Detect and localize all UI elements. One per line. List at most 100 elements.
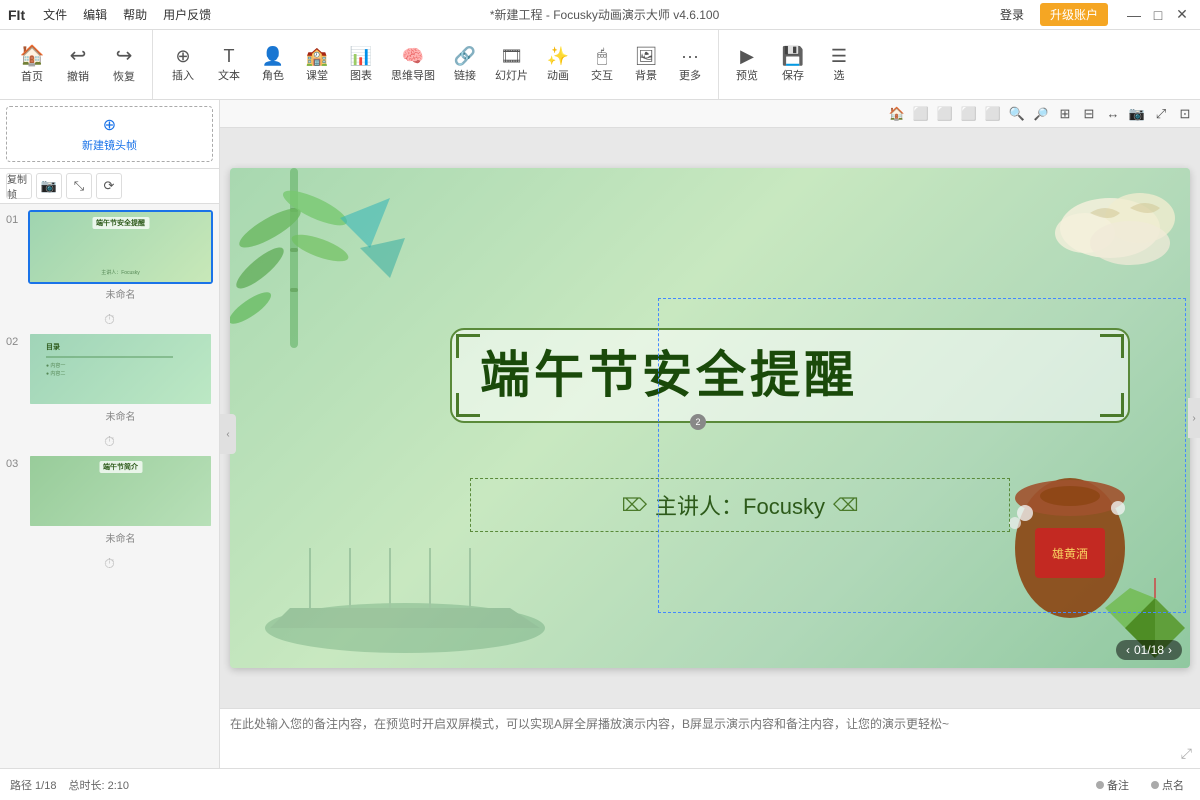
canvas-frame2-button[interactable]: ⬜ (934, 103, 956, 125)
link-label: 链接 (454, 67, 476, 83)
select-label: 选 (834, 67, 845, 83)
slide-canvas[interactable]: 雄黄酒 (230, 168, 1190, 668)
canvas-expand-button[interactable]: ⤢ (1150, 103, 1172, 125)
background-button[interactable]: 🖼 背景 (624, 43, 668, 87)
refresh-icon: ⟳ (104, 178, 115, 194)
canvas-frame1-button[interactable]: ⬜ (910, 103, 932, 125)
select-button[interactable]: ☰ 选 (817, 43, 861, 87)
redo-label: 恢复 (113, 68, 135, 84)
counter-next-button[interactable]: › (1168, 643, 1172, 657)
close-button[interactable]: ✕ (1172, 5, 1192, 25)
mindmap-button[interactable]: 🧠 思维导图 (383, 43, 443, 87)
slide-subtitle-box[interactable]: ⌦ 主讲人：Focusky ⌫ (470, 478, 1010, 532)
slideshow-button[interactable]: 🎞 幻灯片 (487, 43, 536, 87)
thumb-content-2: ● 内容一 (46, 362, 65, 369)
save-button[interactable]: 💾 保存 (771, 43, 815, 87)
slide-thumb-wrapper-2: 目录 ● 内容一 ● 内容二 未命名 (28, 332, 213, 425)
thumb-deco-2 (46, 356, 173, 358)
maximize-button[interactable]: □ (1148, 5, 1168, 25)
point-button[interactable]: 点名 (1145, 775, 1190, 795)
canvas-fit-button[interactable]: ⊞ (1054, 103, 1076, 125)
text-label: 文本 (218, 67, 240, 83)
canvas-grid-button[interactable]: ⊟ (1078, 103, 1100, 125)
home-button[interactable]: 🏠 首页 (10, 42, 54, 88)
notes-area: ⤢ (220, 708, 1200, 768)
more-icon: ··· (681, 47, 699, 65)
canvas-zoom-out-button[interactable]: 🔎 (1030, 103, 1052, 125)
thumb-title-1: 端午节安全提醒 (92, 217, 149, 229)
redo-button[interactable]: ↪ 恢复 (102, 42, 146, 88)
new-frame-icon: ⊕ (103, 115, 116, 135)
notes-expand-button[interactable]: ⤢ (1181, 745, 1192, 762)
counter-prev-button[interactable]: ‹ (1126, 643, 1130, 657)
slide-counter: ‹ 01/18 › (1116, 640, 1182, 660)
classroom-label: 课堂 (306, 67, 328, 83)
canvas-more-button[interactable]: ⊡ (1174, 103, 1196, 125)
camera-button[interactable]: 📷 (36, 173, 62, 199)
slide-name-2: 未命名 (28, 408, 213, 425)
text-button[interactable]: T 文本 (207, 43, 251, 87)
menu-help[interactable]: 帮助 (117, 4, 153, 25)
canvas-align-button[interactable]: ↔ (1102, 103, 1124, 125)
camera-icon: 📷 (41, 178, 57, 194)
fit-button[interactable]: ⤡ (66, 173, 92, 199)
slide-main-title-box[interactable]: 端午节安全提醒 (450, 328, 1130, 423)
chart-button[interactable]: 📊 图表 (339, 43, 383, 87)
link-button[interactable]: 🔗 链接 (443, 43, 487, 87)
slide-name-1: 未命名 (28, 286, 213, 303)
notes-input[interactable] (230, 715, 1190, 762)
classroom-button[interactable]: 🏫 课堂 (295, 43, 339, 87)
canvas-frame3-button[interactable]: ⬜ (958, 103, 980, 125)
slide-item-3: 03 端午节简介 未命名 (6, 454, 213, 547)
thumb-title-2: 目录 (46, 342, 60, 352)
interact-button[interactable]: 🖱 交互 (580, 43, 624, 87)
menu-edit[interactable]: 编辑 (77, 4, 113, 25)
insert-icon: ⊕ (175, 47, 190, 65)
title-menu: 文件 编辑 帮助 用户反馈 (37, 4, 217, 25)
menu-feedback[interactable]: 用户反馈 (157, 4, 217, 25)
more-button[interactable]: ··· 更多 (668, 43, 712, 87)
upgrade-button[interactable]: 升级账户 (1040, 3, 1108, 26)
insert-button[interactable]: ⊕ 插入 (159, 43, 207, 87)
preview-label: 预览 (736, 67, 758, 83)
insert-label: 插入 (172, 67, 194, 83)
canvas-frame4-button[interactable]: ⬜ (982, 103, 1004, 125)
preview-icon: ▶ (740, 47, 754, 65)
slide-thumb-bg-2: 目录 ● 内容一 ● 内容二 (30, 334, 211, 404)
corner-bl (456, 393, 480, 417)
new-frame-button[interactable]: ⊕ 新建镜头帧 (6, 106, 213, 162)
slide-thumb-3[interactable]: 端午节简介 (28, 454, 213, 528)
selection-indicator: 2 (690, 414, 706, 430)
undo-button[interactable]: ↩ 撤销 (56, 42, 100, 88)
deco-top-right (990, 168, 1190, 318)
slide-num-2: 02 (6, 332, 24, 348)
note-dot (1096, 781, 1104, 789)
canvas-home-button[interactable]: 🏠 (886, 103, 908, 125)
right-panel-toggle[interactable]: › (1188, 398, 1200, 438)
thumb-title-3: 端午节简介 (99, 461, 142, 473)
minimize-button[interactable]: — (1124, 5, 1144, 25)
canvas-camera-button[interactable]: 📷 (1126, 103, 1148, 125)
bracket-left-icon: ⌦ (622, 495, 647, 516)
canvas-wrapper[interactable]: 雄黄酒 (220, 128, 1200, 708)
toolbar-insert-group: ⊕ 插入 T 文本 👤 角色 🏫 课堂 📊 图表 🧠 思维导图 🔗 链接 🎞 (153, 30, 719, 99)
sidebar-collapse-button[interactable]: ‹ (220, 414, 236, 454)
titlebar: FIt 文件 编辑 帮助 用户反馈 *新建工程 - Focusky动画演示大师 … (0, 0, 1200, 30)
note-button[interactable]: 备注 (1090, 775, 1135, 795)
refresh-button[interactable]: ⟳ (96, 173, 122, 199)
slideshow-label: 幻灯片 (495, 67, 528, 83)
copy-frame-button[interactable]: 复制帧 (6, 173, 32, 199)
menu-file[interactable]: 文件 (37, 4, 73, 25)
canvas-zoom-in-button[interactable]: 🔍 (1006, 103, 1028, 125)
slide-thumb-2[interactable]: 目录 ● 内容一 ● 内容二 (28, 332, 213, 406)
role-button[interactable]: 👤 角色 (251, 43, 295, 87)
animation-button[interactable]: ✨ 动画 (536, 43, 580, 87)
login-button[interactable]: 登录 (992, 4, 1032, 25)
slide-thumb-1[interactable]: 端午节安全提醒 主讲人：Focusky (28, 210, 213, 284)
slide-num-1: 01 (6, 210, 24, 226)
separator-icon-2: ⏱ (104, 433, 115, 450)
total-duration: 总时长: 2:10 (68, 777, 129, 793)
sidebar-top: ⊕ 新建镜头帧 (0, 100, 219, 169)
home-label: 首页 (21, 68, 43, 84)
preview-button[interactable]: ▶ 预览 (725, 43, 769, 87)
